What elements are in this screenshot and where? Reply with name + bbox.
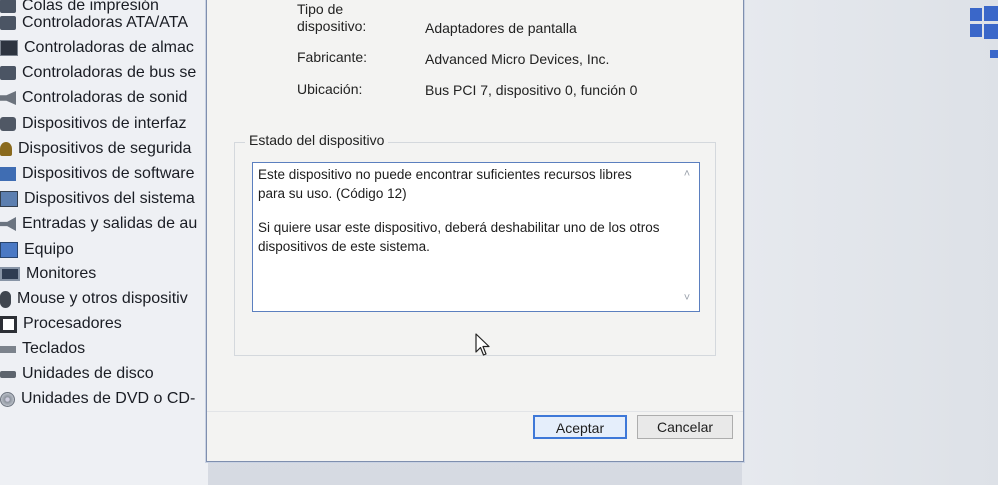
tree-item-label: Teclados (22, 340, 86, 357)
processor-icon (0, 315, 17, 333)
tree-item-label: Controladoras de bus se (22, 64, 197, 81)
tree-item-label: Equipo (24, 241, 74, 258)
security-key-icon (0, 142, 12, 156)
usb-controller-icon (0, 66, 16, 80)
tree-item-label: Controladoras ATA/ATA (22, 14, 188, 31)
tree-item-label: Dispositivos de interfaz (22, 115, 187, 132)
desktop-background (742, 0, 998, 485)
dialog-footer-divider (207, 411, 743, 412)
scroll-up-arrow-icon[interactable]: ˄ (681, 169, 693, 180)
hid-icon (0, 117, 16, 131)
tree-item-label: Dispositivos del sistema (24, 190, 195, 207)
screen: Colas de impresión Controladoras ATA/ATA… (0, 0, 998, 485)
storage-controller-icon (0, 40, 18, 56)
status-message-line1: Este dispositivo no puede encontrar sufi… (258, 167, 632, 182)
tree-item-software-devices[interactable]: Dispositivos de software (0, 162, 195, 186)
status-message-line4: dispositivos de este sistema. (258, 239, 430, 254)
location-label: Ubicación: (297, 81, 363, 97)
status-message-line3: Si quiere usar este dispositivo, deberá … (258, 220, 660, 235)
device-type-label: Tipo de dispositivo: (297, 1, 367, 34)
tree-item-system-devices[interactable]: Dispositivos del sistema (0, 187, 195, 211)
software-device-icon (0, 167, 16, 181)
tree-item-label: Mouse y otros dispositiv (17, 290, 188, 307)
tree-item-label: Unidades de disco (22, 365, 154, 382)
tree-item-disk-drives[interactable]: Unidades de disco (0, 362, 154, 386)
tree-item-ata-controllers[interactable]: Controladoras ATA/ATA (0, 11, 188, 35)
device-type-value: Adaptadores de pantalla (425, 20, 577, 36)
dvd-drive-icon (0, 391, 15, 407)
cancel-button[interactable]: Cancelar (637, 415, 733, 439)
tree-item-mice[interactable]: Mouse y otros dispositiv (0, 287, 188, 311)
device-status-textbox[interactable]: Este dispositivo no puede encontrar sufi… (252, 162, 700, 312)
manufacturer-value: Advanced Micro Devices, Inc. (425, 51, 610, 67)
device-status-group: Estado del dispositivo Este dispositivo … (234, 132, 716, 356)
tree-item-audio-io[interactable]: Entradas y salidas de au (0, 212, 197, 236)
manufacturer-label: Fabricante: (297, 49, 368, 65)
tree-item-dvd-drives[interactable]: Unidades de DVD o CD- (0, 387, 195, 411)
location-value: Bus PCI 7, dispositivo 0, función 0 (425, 82, 638, 98)
tree-item-security-devices[interactable]: Dispositivos de segurida (0, 137, 191, 161)
tree-item-bus-controllers[interactable]: Controladoras de bus se (0, 61, 196, 85)
mouse-pointer-icon (475, 333, 490, 356)
tree-item-label: Procesadores (23, 315, 122, 332)
windows-logo-icon (968, 0, 998, 60)
tree-item-monitors[interactable]: Monitores (0, 262, 96, 286)
tree-item-label: Entradas y salidas de au (22, 215, 198, 232)
system-device-icon (0, 191, 18, 207)
monitor-icon (0, 267, 20, 281)
tree-item-sound-controllers[interactable]: Controladoras de sonid (0, 86, 187, 110)
tree-item-keyboards[interactable]: Teclados (0, 337, 85, 361)
device-status-legend: Estado del dispositivo (245, 132, 389, 148)
tree-item-computer[interactable]: Equipo (0, 238, 74, 262)
audio-io-icon (0, 217, 16, 231)
computer-icon (0, 242, 18, 258)
keyboard-icon (0, 345, 16, 353)
chip-icon (0, 16, 16, 30)
tree-item-label: Controladoras de sonid (22, 89, 188, 106)
disk-drive-icon (0, 370, 16, 378)
tree-item-label: Controladoras de almac (24, 39, 194, 56)
speaker-icon (0, 91, 16, 105)
tree-item-processors[interactable]: Procesadores (0, 312, 122, 336)
mouse-icon (0, 290, 11, 308)
tree-item-label: Dispositivos de software (22, 165, 195, 182)
device-tree: Colas de impresión Controladoras ATA/ATA… (0, 0, 208, 485)
ok-button[interactable]: Aceptar (533, 415, 627, 439)
device-properties-dialog: Tipo de dispositivo: Adaptadores de pant… (206, 0, 744, 462)
tree-item-hid-devices[interactable]: Dispositivos de interfaz (0, 112, 187, 136)
tree-item-label: Dispositivos de segurida (18, 140, 192, 157)
tree-item-storage-controllers[interactable]: Controladoras de almac (0, 36, 194, 60)
tree-item-label: Monitores (26, 265, 97, 282)
status-message-line2: para su uso. (Código 12) (258, 186, 407, 201)
scroll-down-arrow-icon[interactable]: ˅ (681, 293, 693, 304)
tree-item-label: Unidades de DVD o CD- (21, 390, 196, 407)
